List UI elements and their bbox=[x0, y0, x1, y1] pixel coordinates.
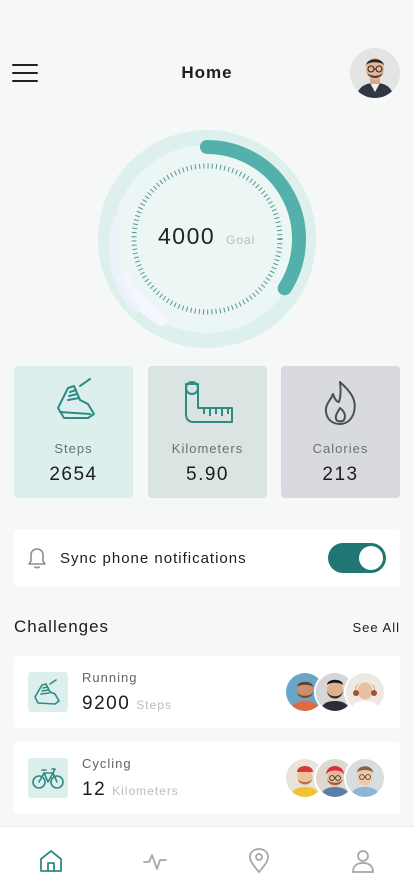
kilometers-card[interactable]: Kilometers 5.90 bbox=[148, 366, 267, 498]
challenge-card-running[interactable]: Running 9200 Steps bbox=[14, 656, 400, 728]
challenge-value-number: 12 bbox=[82, 779, 107, 800]
sneaker-icon bbox=[28, 672, 68, 712]
bell-icon bbox=[26, 546, 48, 570]
challenge-name: Running bbox=[82, 670, 138, 685]
kilometers-label: Kilometers bbox=[171, 441, 244, 456]
sync-label: Sync phone notifications bbox=[60, 550, 247, 567]
challenge-value: 9200 Steps bbox=[82, 693, 172, 715]
kilometers-value: 5.90 bbox=[186, 464, 229, 485]
steps-value: 2654 bbox=[49, 464, 98, 485]
top-header: Home bbox=[0, 44, 414, 104]
calories-label: Calories bbox=[312, 441, 369, 456]
participant-avatar bbox=[344, 757, 386, 799]
challenges-title: Challenges bbox=[14, 617, 110, 636]
challenge-value-number: 9200 bbox=[82, 693, 131, 714]
steps-card[interactable]: Steps 2654 bbox=[14, 366, 133, 498]
challenge-value: 12 Kilometers bbox=[82, 779, 179, 801]
user-avatar[interactable] bbox=[350, 48, 400, 98]
steps-label: Steps bbox=[54, 441, 93, 456]
calories-value: 213 bbox=[322, 464, 359, 485]
participant-avatars bbox=[284, 671, 386, 713]
participant-avatars bbox=[284, 757, 386, 799]
location-pin-icon[interactable] bbox=[245, 847, 273, 875]
profile-icon[interactable] bbox=[349, 847, 377, 875]
flame-icon bbox=[281, 378, 400, 426]
goal-value: 4000 bbox=[158, 223, 216, 249]
bicycle-icon bbox=[28, 758, 68, 798]
toggle-knob bbox=[359, 546, 383, 570]
goal-progress-gauge: 4000 Goal bbox=[96, 128, 318, 350]
challenge-unit: Kilometers bbox=[112, 784, 179, 798]
see-all-link[interactable]: See All bbox=[353, 620, 400, 635]
sneaker-icon bbox=[14, 378, 133, 426]
participant-avatar bbox=[344, 671, 386, 713]
challenge-name: Cycling bbox=[82, 756, 132, 771]
calories-card[interactable]: Calories 213 bbox=[281, 366, 400, 498]
home-icon[interactable] bbox=[37, 847, 65, 875]
activity-icon[interactable] bbox=[141, 847, 169, 875]
goal-label: Goal bbox=[226, 233, 256, 247]
challenge-unit: Steps bbox=[136, 698, 172, 712]
ruler-tape-icon bbox=[148, 378, 267, 426]
bottom-tab-bar bbox=[0, 826, 414, 896]
challenge-card-cycling[interactable]: Cycling 12 Kilometers bbox=[14, 742, 400, 814]
sync-toggle[interactable] bbox=[328, 543, 386, 573]
sync-notifications-row: Sync phone notifications bbox=[14, 529, 400, 587]
